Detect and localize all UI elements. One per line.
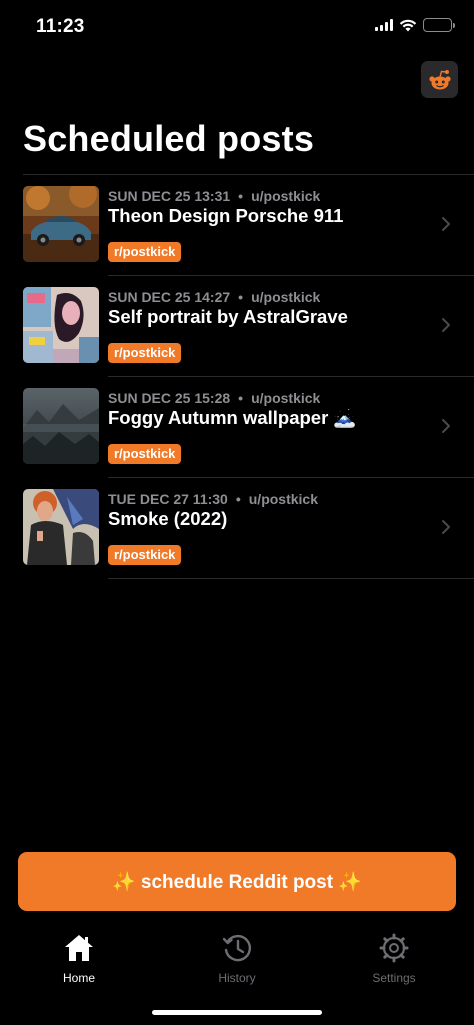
tab-settings[interactable]: Settings	[339, 933, 449, 985]
tab-history[interactable]: History	[182, 933, 292, 985]
chevron-right-icon	[442, 318, 450, 332]
post-meta: SUN DEC 25 15:28 • u/postkick	[108, 390, 321, 406]
battery-icon	[423, 18, 455, 32]
post-user: u/postkick	[251, 188, 321, 204]
chevron-right-icon	[442, 419, 450, 433]
subreddit-badge: r/postkick	[108, 343, 182, 363]
post-title: Self portrait by AstralGrave	[108, 306, 348, 327]
tab-label: Settings	[372, 971, 416, 985]
post-title: Foggy Autumn wallpaper 🗻	[108, 407, 357, 428]
chevron-right-icon	[442, 217, 450, 231]
reddit-account-button[interactable]	[421, 61, 458, 98]
post-meta: TUE DEC 27 11:30 • u/postkick	[108, 491, 318, 507]
house-icon	[65, 935, 93, 961]
post-row[interactable]: SUN DEC 25 14:27 • u/postkick Self portrai…	[0, 276, 474, 377]
post-date: TUE DEC 27 11:30	[108, 491, 228, 507]
wifi-icon	[399, 19, 417, 31]
subreddit-badge: r/postkick	[108, 545, 182, 565]
post-title: Smoke (2022)	[108, 508, 228, 529]
divider	[108, 578, 474, 579]
post-row[interactable]: SUN DEC 25 13:31 • u/postkick Theon Design…	[0, 175, 474, 276]
status-bar: 11:23	[0, 0, 474, 56]
post-title: Theon Design Porsche 911	[108, 205, 344, 226]
status-icons	[375, 18, 455, 32]
scheduled-posts-list: SUN DEC 25 13:31 • u/postkick Theon Design…	[0, 175, 474, 579]
reddit-alien-icon	[428, 69, 451, 89]
status-time: 11:23	[36, 16, 85, 37]
post-date: SUN DEC 25 13:31	[108, 188, 231, 204]
clock-history-icon	[222, 934, 252, 962]
tab-label: Home	[62, 971, 95, 985]
home-indicator	[152, 1010, 322, 1015]
post-meta: SUN DEC 25 13:31 • u/postkick	[108, 188, 321, 204]
cellular-signal-icon	[375, 19, 393, 31]
post-meta: SUN DEC 25 14:27 • u/postkick	[108, 289, 321, 305]
post-row[interactable]: SUN DEC 25 15:28 • u/postkick Foggy Autumn…	[0, 377, 474, 478]
post-date: SUN DEC 25 14:27	[108, 289, 231, 305]
post-date: SUN DEC 25 15:28	[108, 390, 231, 406]
page-title: Scheduled posts	[23, 118, 315, 159]
schedule-post-button[interactable]: ✨ schedule Reddit post ✨	[18, 852, 456, 911]
tab-home[interactable]: Home	[24, 933, 134, 985]
subreddit-badge: r/postkick	[108, 242, 182, 262]
gear-icon	[379, 933, 409, 963]
post-thumbnail	[23, 186, 99, 262]
chevron-right-icon	[442, 520, 450, 534]
post-row[interactable]: TUE DEC 27 11:30 • u/postkick Smoke (2022)…	[0, 478, 474, 579]
tab-label: History	[218, 971, 256, 985]
post-user: u/postkick	[248, 491, 318, 507]
subreddit-badge: r/postkick	[108, 444, 182, 464]
post-user: u/postkick	[251, 289, 321, 305]
post-user: u/postkick	[251, 390, 321, 406]
post-thumbnail	[23, 489, 99, 565]
post-thumbnail	[23, 388, 99, 464]
post-thumbnail	[23, 287, 99, 363]
